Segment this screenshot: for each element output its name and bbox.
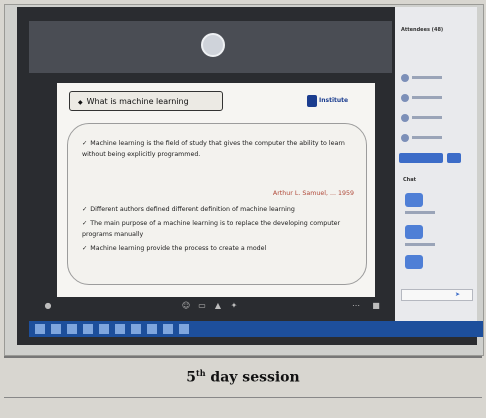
attendee-row[interactable] <box>401 87 471 102</box>
citation: Arthur L. Samuel, ... 1959 <box>272 190 354 197</box>
attendee-row[interactable] <box>401 127 471 142</box>
side-panel: Attendees (48) Chat ➤ <box>395 7 477 321</box>
taskbar-app-icon[interactable] <box>99 324 109 334</box>
slide-title: What is machine learning <box>86 97 189 106</box>
reaction-icon: ✦ <box>230 301 238 310</box>
start-icon[interactable] <box>35 324 45 334</box>
chat-message <box>405 225 423 239</box>
taskbar-app-icon[interactable] <box>131 324 141 334</box>
chat-button[interactable]: ▭ <box>195 301 209 317</box>
microphone-icon: ● <box>44 301 52 310</box>
attendee-row[interactable] <box>401 107 471 122</box>
slide-title-box: ◆ What is machine learning <box>69 91 223 111</box>
screen: ◆ What is machine learning Institute ✓ Mac… <box>17 7 483 345</box>
bullet-item: ✓ Machine learning provide the process to… <box>82 245 267 252</box>
taskbar-app-icon[interactable] <box>147 324 157 334</box>
attendees-header: Attendees (48) <box>401 27 444 33</box>
avatar <box>401 113 409 122</box>
check-icon: ✓ <box>82 206 88 213</box>
admit-button[interactable] <box>399 153 443 163</box>
logo-text: Institute <box>319 97 349 104</box>
photo-frame: ◆ What is machine learning Institute ✓ Mac… <box>4 4 484 356</box>
taskbar-app-icon[interactable] <box>83 324 93 334</box>
host-avatar <box>201 33 225 57</box>
chat-icon: ▭ <box>198 301 206 310</box>
taskbar-app-icon[interactable] <box>163 324 173 334</box>
taskbar-app-icon[interactable] <box>179 324 189 334</box>
check-icon: ✓ <box>82 245 88 252</box>
taskbar-app-icon[interactable] <box>115 324 125 334</box>
taskbar-app-icon[interactable] <box>67 324 77 334</box>
bullet-item: ✓ Machine learning is the field of study … <box>82 140 345 158</box>
check-icon: ✓ <box>82 140 88 147</box>
avatar <box>401 93 409 102</box>
host-video-banner <box>29 21 392 73</box>
bullet-item: ✓ The main purpose of a machine learning … <box>82 220 341 238</box>
check-icon: ✓ <box>82 220 88 227</box>
chat-message <box>405 255 423 269</box>
chat-message <box>405 193 423 207</box>
slide-logo: Institute <box>307 94 348 108</box>
share-icon: ▲ <box>214 301 222 310</box>
windows-taskbar <box>29 321 483 337</box>
bullet-item: ✓ Different authors defined different def… <box>82 206 295 213</box>
photo-caption: 5th day session <box>186 368 300 386</box>
invite-button[interactable] <box>447 153 461 163</box>
chat-input[interactable] <box>401 289 473 301</box>
caption-area: 5th day session <box>4 356 482 416</box>
chat-text <box>405 211 435 214</box>
meeting-toolbar: ● ☺ ▭ ▲ ✦ ⋯ ■ <box>29 299 392 321</box>
share-button[interactable]: ▲ <box>211 301 225 317</box>
more-icon: ⋯ <box>352 301 360 310</box>
reactions-button[interactable]: ✦ <box>227 301 241 317</box>
mute-button[interactable]: ● <box>41 301 55 317</box>
logo-mark-icon <box>307 94 317 107</box>
more-button[interactable]: ⋯ <box>349 301 363 317</box>
leave-icon: ■ <box>372 301 380 310</box>
taskbar-app-icon[interactable] <box>51 324 61 334</box>
send-icon[interactable]: ➤ <box>455 291 460 298</box>
participants-button[interactable]: ☺ <box>179 301 193 317</box>
attendee-row[interactable] <box>401 67 471 82</box>
shared-slide: ◆ What is machine learning Institute ✓ Mac… <box>57 83 375 297</box>
meeting-title <box>17 7 397 21</box>
chat-text <box>405 243 435 246</box>
bullet-panel: ✓ Machine learning is the field of study … <box>67 123 367 285</box>
diamond-icon: ◆ <box>78 99 83 106</box>
avatar <box>401 73 409 82</box>
chat-title: Chat <box>403 177 416 183</box>
leave-button[interactable]: ■ <box>369 301 383 317</box>
avatar <box>401 133 409 142</box>
people-icon: ☺ <box>181 301 191 310</box>
divider <box>4 397 482 398</box>
